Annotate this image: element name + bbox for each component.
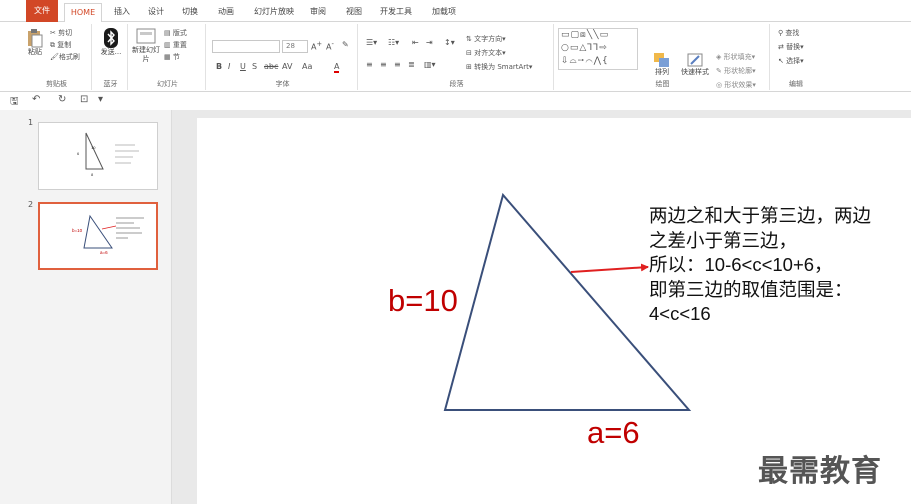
explanation-textbox[interactable]: 两边之和大于第三边，两边 之差小于第三边， 所以：10-6<c<10+6， 即第… [649,204,909,327]
text-line: 即第三边的取值范围是： [649,278,853,300]
text-line: 之差小于第三边， [649,229,798,251]
text-line: 所以：10-6<c<10+6， [649,254,833,275]
side-b-label[interactable]: b=10 [388,283,458,318]
pointer-arrow[interactable] [570,263,649,273]
watermark: 最需教育 [758,454,882,489]
text-line: 两边之和大于第三边，两边 [649,205,872,226]
text-line: 4<c<16 [649,303,711,324]
side-a-label[interactable]: a=6 [587,415,640,450]
